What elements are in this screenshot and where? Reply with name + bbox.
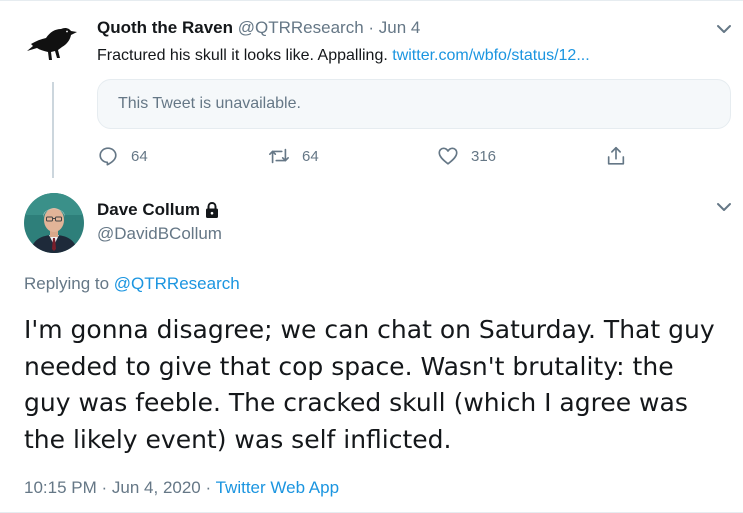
author-handle[interactable]: @DavidBCollum: [97, 224, 222, 244]
parent-tweet-header: Quoth the Raven @QTRResearch · Jun 4: [97, 18, 420, 38]
tweet-time[interactable]: 10:15 PM: [24, 478, 97, 497]
unavailable-label: This Tweet is unavailable.: [118, 95, 301, 112]
replying-to-handle[interactable]: @QTRResearch: [114, 274, 240, 293]
like-count: 316: [471, 147, 497, 165]
retweet-count: 64: [302, 147, 319, 165]
main-author-name-row: Dave Collum: [97, 200, 220, 220]
parent-tweet-text: Fractured his skull it looks like. Appal…: [97, 47, 590, 65]
raven-avatar[interactable]: [24, 14, 80, 70]
retweet-button[interactable]: 64: [268, 143, 319, 169]
author-name[interactable]: Quoth the Raven: [97, 18, 233, 37]
author-name[interactable]: Dave Collum: [97, 200, 200, 220]
tweet-source[interactable]: Twitter Web App: [216, 478, 339, 497]
reply-icon: [99, 147, 117, 166]
tweet-meta: 10:15 PM · Jun 4, 2020 · Twitter Web App: [24, 478, 339, 498]
meta-separator: ·: [101, 478, 108, 497]
lock-icon: [205, 201, 218, 218]
thread-connector: [52, 82, 54, 178]
chevron-down-icon[interactable]: [715, 201, 733, 213]
tweet-date[interactable]: Jun 4: [379, 18, 421, 37]
top-divider: [0, 0, 743, 1]
raven-icon: [27, 27, 77, 60]
tweet-date[interactable]: Jun 4, 2020: [112, 478, 201, 497]
tweet-text: Fractured his skull it looks like. Appal…: [97, 47, 393, 64]
quoted-tweet-unavailable: This Tweet is unavailable.: [97, 79, 731, 129]
replying-to-label: Replying to: [24, 274, 114, 293]
avatar[interactable]: [24, 193, 84, 253]
user-avatar-icon: [24, 193, 84, 253]
share-button[interactable]: [605, 143, 627, 169]
meta-separator: ·: [205, 478, 212, 497]
share-icon: [607, 146, 625, 165]
like-button[interactable]: 316: [437, 143, 496, 169]
author-handle[interactable]: @QTRResearch: [238, 18, 364, 37]
reply-count: 64: [131, 147, 148, 165]
retweet-icon: [269, 148, 289, 164]
reply-button[interactable]: 64: [97, 143, 148, 169]
heart-icon: [438, 147, 458, 165]
tweet-body: I'm gonna disagree; we can chat on Satur…: [24, 315, 715, 454]
replying-to: Replying to @QTRResearch: [24, 274, 240, 294]
header-separator: ·: [368, 18, 375, 37]
chevron-down-icon[interactable]: [715, 23, 733, 35]
tweet-link[interactable]: twitter.com/wbfo/status/12...: [392, 47, 589, 64]
